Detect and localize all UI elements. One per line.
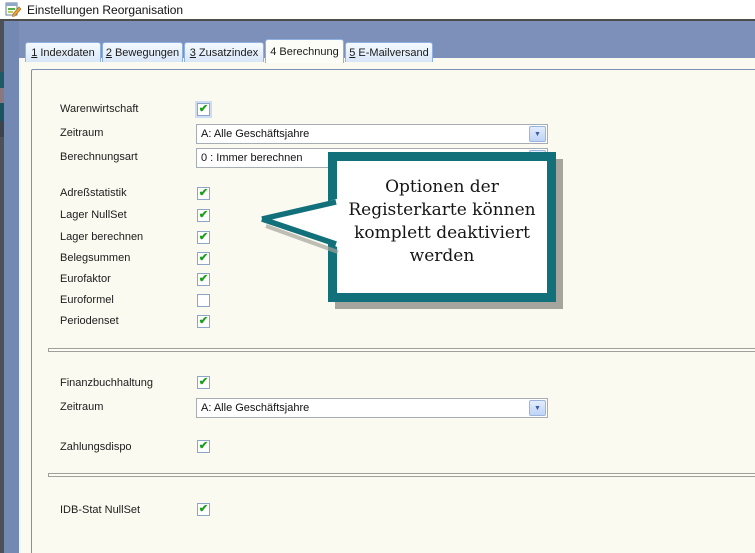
tab-number: 1: [31, 47, 37, 59]
label-lager-nullset: Lager NullSet: [60, 209, 127, 221]
tab-number: 4: [270, 46, 276, 58]
edge-segment: [0, 88, 4, 103]
tab-number: 3: [190, 47, 196, 59]
settings-reorganisation-window: Einstellungen Reorganisation 1 Indexdate…: [0, 0, 755, 553]
label-idb-stat-nullset: IDB-Stat NullSet: [60, 504, 140, 516]
tab-label: Berechnung: [279, 46, 338, 58]
dropdown-zeitraum-2[interactable]: A: Alle Geschäftsjahre ▼: [196, 398, 548, 418]
label-zahlungsdispo: Zahlungsdispo: [60, 441, 132, 453]
window-titlebar: Einstellungen Reorganisation: [0, 0, 755, 19]
label-zeitraum-2: Zeitraum: [60, 401, 103, 413]
title-separator-line: [0, 19, 755, 21]
tab-label: Bewegungen: [115, 47, 179, 59]
label-finanzbuchhaltung: Finanzbuchhaltung: [60, 377, 153, 389]
label-periodenset: Periodenset: [60, 315, 119, 327]
tab-emailversand[interactable]: 5 E-Mailversand: [345, 42, 433, 62]
section-divider: [48, 348, 755, 352]
checkbox-warenwirtschaft[interactable]: ✔: [197, 103, 210, 116]
label-warenwirtschaft: Warenwirtschaft: [60, 103, 138, 115]
window-icon: [5, 1, 21, 17]
checkbox-periodenset[interactable]: ✔: [197, 315, 210, 328]
checkbox-finanzbuchhaltung[interactable]: ✔: [197, 376, 210, 389]
dropdown-value: A: Alle Geschäftsjahre: [201, 128, 309, 140]
left-edge-blue-strip: [4, 21, 19, 553]
section-divider: [48, 473, 755, 477]
label-eurofaktor: Eurofaktor: [60, 273, 111, 285]
checkbox-idb-stat-nullset[interactable]: ✔: [197, 503, 210, 516]
edge-segment: [0, 72, 4, 88]
window-title: Einstellungen Reorganisation: [27, 3, 183, 17]
tab-label: E-Mailversand: [358, 47, 428, 59]
checkbox-euroformel[interactable]: [197, 294, 210, 307]
checkbox-lager-nullset[interactable]: ✔: [197, 209, 210, 222]
checkbox-zahlungsdispo[interactable]: ✔: [197, 440, 210, 453]
label-zeitraum-1: Zeitraum: [60, 127, 103, 139]
tab-number: 5: [349, 47, 355, 59]
label-berechnungsart: Berechnungsart: [60, 151, 138, 163]
tab-bewegungen[interactable]: 2 Bewegungen: [102, 42, 183, 62]
checkbox-eurofaktor[interactable]: ✔: [197, 273, 210, 286]
label-euroformel: Euroformel: [60, 294, 114, 306]
chevron-down-icon[interactable]: ▼: [529, 400, 546, 416]
callout-text: Optionen der Registerkarte können komple…: [347, 176, 537, 268]
label-lager-berechnen: Lager berechnen: [60, 231, 143, 243]
edge-segment: [0, 103, 4, 121]
label-belegsummen: Belegsummen: [60, 252, 130, 264]
left-edge-dark-strip: [0, 21, 4, 553]
dropdown-value: A: Alle Geschäftsjahre: [201, 402, 309, 414]
tab-label: Indexdaten: [40, 47, 94, 59]
tab-number: 2: [106, 47, 112, 59]
tab-indexdaten[interactable]: 1 Indexdaten: [25, 42, 101, 62]
checkbox-belegsummen[interactable]: ✔: [197, 252, 210, 265]
tab-zusatzindex[interactable]: 3 Zusatzindex: [184, 42, 264, 62]
checkbox-adressstatistik[interactable]: ✔: [197, 187, 210, 200]
tab-berechnung[interactable]: 4 Berechnung: [265, 39, 344, 63]
checkbox-lager-berechnen[interactable]: ✔: [197, 231, 210, 244]
edge-segment: [0, 121, 4, 137]
tab-label: Zusatzindex: [199, 47, 258, 59]
label-adressstatistik: Adreßstatistik: [60, 187, 127, 199]
